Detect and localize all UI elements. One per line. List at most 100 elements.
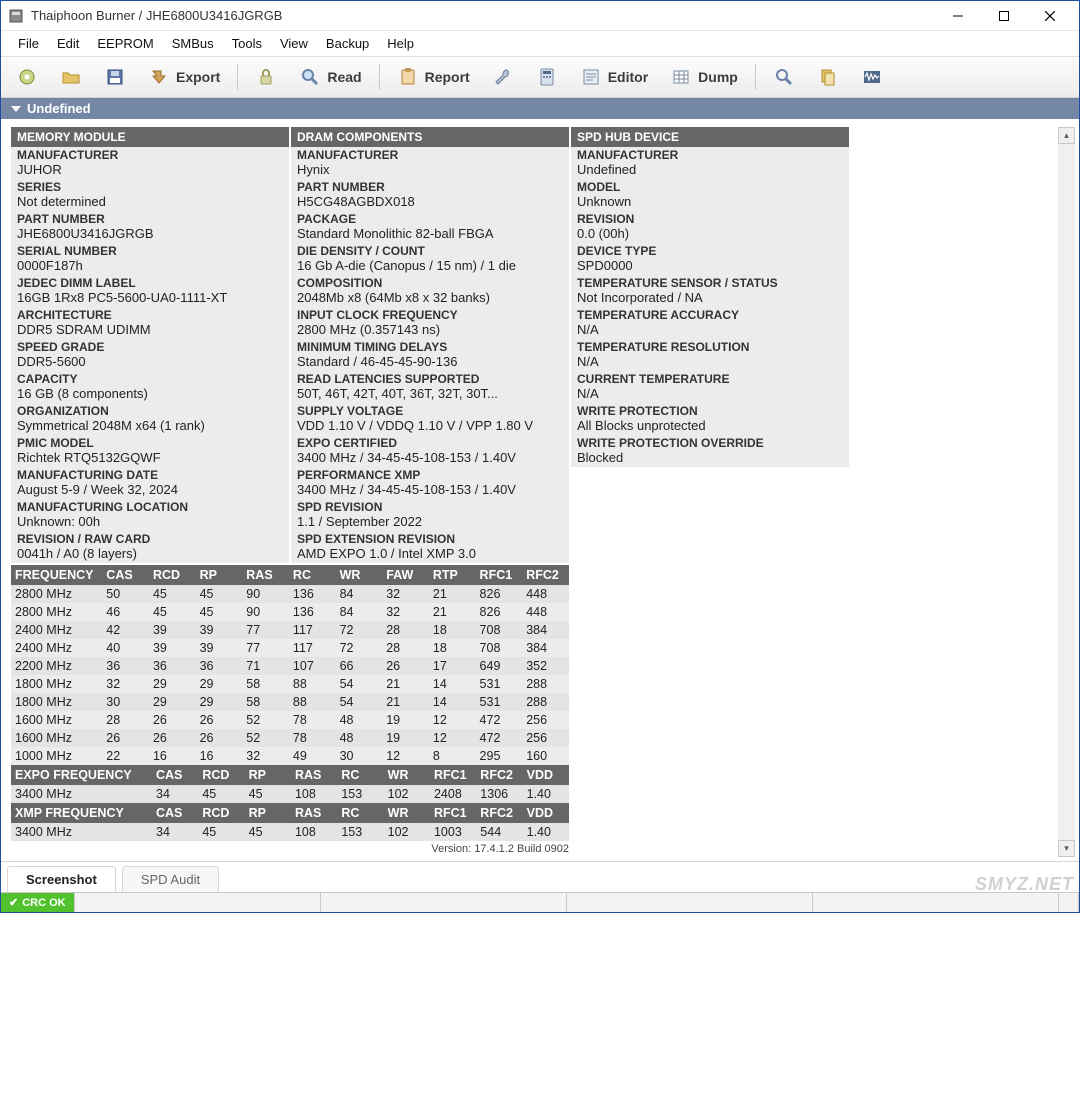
table-header: RC <box>337 803 383 823</box>
table-cell: 26 <box>102 729 149 747</box>
table-cell: 117 <box>289 621 336 639</box>
table-cell: 34 <box>152 785 198 803</box>
wave-icon <box>861 66 883 88</box>
open-button[interactable] <box>51 61 91 93</box>
table-cell: 18 <box>429 639 476 657</box>
calculator-icon <box>536 66 558 88</box>
save-button[interactable] <box>95 61 135 93</box>
table-cell: 8 <box>429 747 476 765</box>
table-cell: 1003 <box>430 823 476 841</box>
table-cell: 29 <box>196 693 243 711</box>
table-cell: 117 <box>289 639 336 657</box>
read-button[interactable]: Read <box>290 61 370 93</box>
close-button[interactable] <box>1027 2 1073 30</box>
table-cell: 2800 MHz <box>11 585 102 603</box>
scroll-track[interactable] <box>1058 144 1075 840</box>
table-cell: 32 <box>382 603 429 621</box>
menu-view[interactable]: View <box>271 33 317 54</box>
table-row: 2400 MHz42393977117722818708384 <box>11 621 569 639</box>
info-cell: SUPPLY VOLTAGEVDD 1.10 V / VDDQ 1.10 V /… <box>291 403 569 435</box>
table-cell: 78 <box>289 711 336 729</box>
table-cell: 45 <box>198 785 244 803</box>
table-cell: 54 <box>336 675 383 693</box>
minimize-button[interactable] <box>935 2 981 30</box>
menu-eeprom[interactable]: EEPROM <box>88 33 162 54</box>
table-cell: 649 <box>476 657 523 675</box>
table-cell: 28 <box>382 639 429 657</box>
table-cell: 84 <box>336 585 383 603</box>
menu-smbus[interactable]: SMBus <box>163 33 223 54</box>
info-value: Blocked <box>577 450 843 465</box>
table-cell: 1800 MHz <box>11 675 102 693</box>
table-header: RFC2 <box>522 565 569 585</box>
wrench-button[interactable] <box>483 61 523 93</box>
menu-edit[interactable]: Edit <box>48 33 88 54</box>
table-cell: 45 <box>245 785 291 803</box>
table-cell: 42 <box>102 621 149 639</box>
table-cell: 39 <box>149 621 196 639</box>
scroll-down-icon[interactable]: ▾ <box>1058 840 1075 857</box>
menu-tools[interactable]: Tools <box>223 33 271 54</box>
menu-help[interactable]: Help <box>378 33 423 54</box>
info-cell: REVISION / RAW CARD0041h / A0 (8 layers) <box>11 531 289 563</box>
settings-button[interactable] <box>7 61 47 93</box>
docs-button[interactable] <box>808 61 848 93</box>
info-value: Undefined <box>577 162 843 177</box>
tab-spd-audit[interactable]: SPD Audit <box>122 866 219 892</box>
editor-button[interactable]: Editor <box>571 61 657 93</box>
info-value: Hynix <box>297 162 563 177</box>
inspect-button[interactable] <box>764 61 804 93</box>
floppy-icon <box>104 66 126 88</box>
info-value: 2800 MHz (0.357143 ns) <box>297 322 563 337</box>
info-value: 0.0 (00h) <box>577 226 843 241</box>
info-value: Not Incorporated / NA <box>577 290 843 305</box>
calc-button[interactable] <box>527 61 567 93</box>
info-cell: ARCHITECTUREDDR5 SDRAM UDIMM <box>11 307 289 339</box>
table-cell: 153 <box>337 785 383 803</box>
info-label: SPEED GRADE <box>17 339 283 354</box>
info-value: Standard / 46-45-45-90-136 <box>297 354 563 369</box>
scroll-up-icon[interactable]: ▴ <box>1058 127 1075 144</box>
info-label: TEMPERATURE RESOLUTION <box>577 339 843 354</box>
tab-screenshot[interactable]: Screenshot <box>7 866 116 892</box>
table-cell: 19 <box>382 711 429 729</box>
wave-button[interactable] <box>852 61 892 93</box>
documents-icon <box>817 66 839 88</box>
table-cell: 88 <box>289 675 336 693</box>
table-cell: 90 <box>242 603 289 621</box>
info-value: DDR5-5600 <box>17 354 283 369</box>
table-cell: 136 <box>289 603 336 621</box>
info-label: WRITE PROTECTION <box>577 403 843 418</box>
section-header[interactable]: Undefined <box>1 98 1079 119</box>
maximize-button[interactable] <box>981 2 1027 30</box>
table-header: RTP <box>429 565 476 585</box>
table-cell: 107 <box>289 657 336 675</box>
info-cell: CAPACITY16 GB (8 components) <box>11 371 289 403</box>
info-label: MANUFACTURING DATE <box>17 467 283 482</box>
lock-button[interactable] <box>246 61 286 93</box>
info-label: SERIAL NUMBER <box>17 243 283 258</box>
wrench-icon <box>492 66 514 88</box>
menu-file[interactable]: File <box>9 33 48 54</box>
export-button[interactable]: Export <box>139 61 229 93</box>
scrollbar[interactable]: ▴ ▾ <box>1058 127 1075 857</box>
table-cell: 28 <box>382 621 429 639</box>
table-cell: 26 <box>196 711 243 729</box>
info-value: 3400 MHz / 34-45-45-108-153 / 1.40V <box>297 482 563 497</box>
info-label: SERIES <box>17 179 283 194</box>
table-cell: 36 <box>102 657 149 675</box>
clipboard-icon <box>397 66 419 88</box>
dump-button[interactable]: Dump <box>661 61 747 93</box>
info-value: H5CG48AGBDX018 <box>297 194 563 209</box>
table-cell: 26 <box>149 729 196 747</box>
table-header: RP <box>245 765 291 785</box>
info-label: MANUFACTURER <box>17 147 283 162</box>
report-button[interactable]: Report <box>388 61 479 93</box>
report-panel: MEMORY MODULEMANUFACTURERJUHORSERIESNot … <box>11 127 849 857</box>
table-cell: 708 <box>476 621 523 639</box>
info-cell: DEVICE TYPESPD0000 <box>571 243 849 275</box>
menu-backup[interactable]: Backup <box>317 33 378 54</box>
table-cell: 50 <box>102 585 149 603</box>
table-cell: 384 <box>522 621 569 639</box>
info-label: PMIC MODEL <box>17 435 283 450</box>
